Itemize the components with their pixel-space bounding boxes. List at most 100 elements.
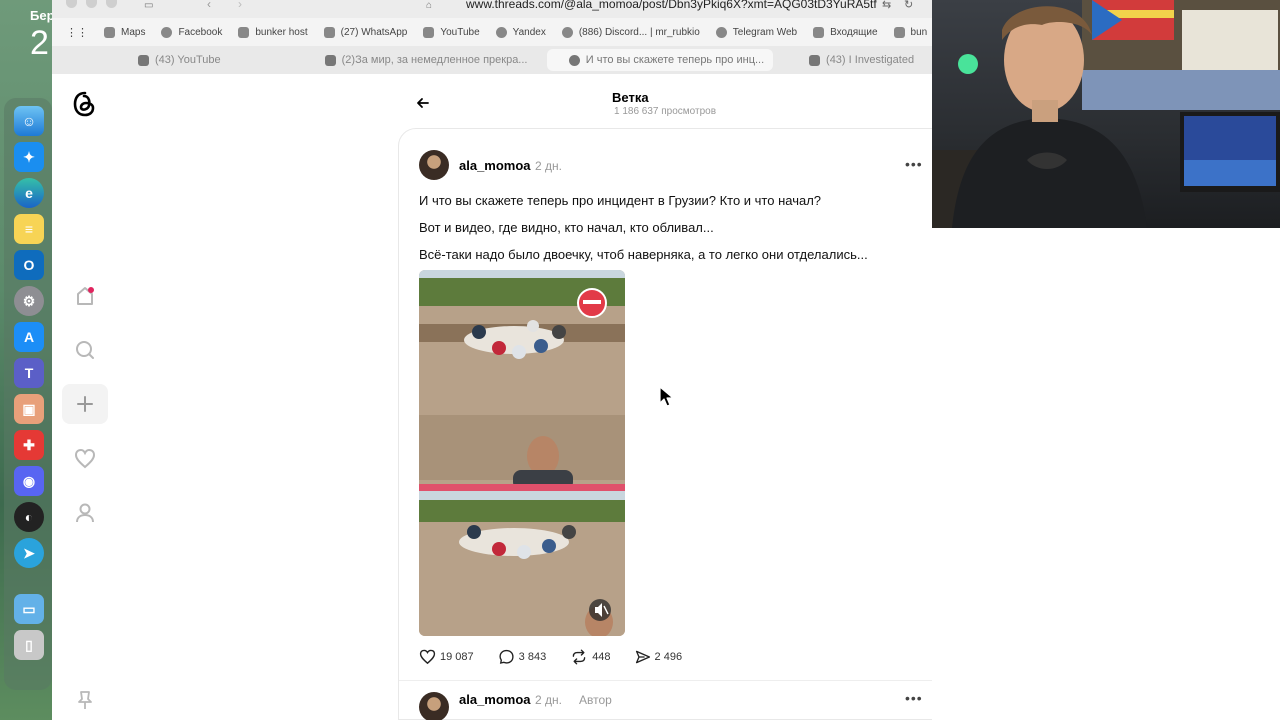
minimize-window-button[interactable] (86, 0, 97, 8)
back-button[interactable] (412, 92, 434, 114)
apps-grid-icon[interactable]: ⋮⋮ (66, 26, 88, 39)
telegram-bookmark-icon (715, 26, 727, 38)
desktop-background: Бер 2 ☺ ✦ e ≡ O ⚙ A T ▣ ✚ ◉ ◐ ➤ ▭ ▯ (0, 0, 55, 720)
folder-icon[interactable]: ▭ (14, 594, 44, 624)
settings-icon[interactable]: ⚙ (14, 286, 44, 316)
tab-tiktok[interactable]: (2)За мир, за немедленное прекра... (301, 49, 547, 71)
app-store-icon[interactable]: A (14, 322, 44, 352)
post-text-line-3: Всё-таки надо было двоечку, чтоб наверня… (419, 247, 868, 262)
outlook-icon[interactable]: O (14, 250, 44, 280)
comment-button[interactable]: 3 843 (498, 649, 547, 665)
close-window-button[interactable] (66, 0, 77, 8)
search-icon[interactable] (62, 330, 108, 370)
threads-sidebar (52, 74, 118, 720)
post-actions: 19 087 3 843 448 2 496 (419, 649, 706, 665)
tab-threads-active[interactable]: И что вы скажете теперь про инц... (546, 49, 774, 71)
bookmark-whatsapp[interactable]: (27) WhatsApp (323, 26, 407, 38)
teams-icon[interactable]: T (14, 358, 44, 388)
desktop-number: 2 (30, 24, 49, 62)
back-nav-icon[interactable]: ‹ (207, 0, 211, 11)
forward-nav-icon[interactable]: › (238, 0, 242, 11)
post-username[interactable]: ala_momoa (459, 158, 531, 173)
youtube-tab-icon (138, 54, 149, 66)
translate-icon[interactable]: ⇆ (882, 0, 891, 11)
maps-icon (104, 26, 115, 38)
reload-icon[interactable]: ↻ (904, 0, 913, 11)
package-icon[interactable]: ▣ (14, 394, 44, 424)
page-title: Ветка (612, 90, 649, 105)
threads-logo-icon[interactable] (62, 84, 108, 124)
more-options-icon[interactable]: ••• (905, 156, 923, 172)
address-bar[interactable]: www.threads.com/@ala_momoa/post/Dbn3yPki… (466, 0, 877, 11)
sidebar-toggle-icon[interactable]: ▭ (144, 0, 153, 11)
bookmark-youtube[interactable]: YouTube (423, 26, 480, 38)
share-count: 2 496 (654, 651, 683, 663)
post-divider (399, 680, 932, 681)
mouse-cursor-icon (659, 386, 674, 407)
webcam-overlay (932, 0, 1280, 228)
bunker-icon (238, 26, 250, 38)
browser-window: ▭ ‹ › ⌂ www.threads.com/@ala_momoa/post/… (52, 0, 932, 720)
threads-tab-icon (568, 54, 580, 66)
obs-icon[interactable]: ◐ (14, 502, 44, 532)
share-button[interactable]: 2 496 (635, 649, 683, 665)
like-button[interactable]: 19 087 (419, 649, 474, 665)
profile-icon[interactable] (62, 493, 108, 533)
post-text-line-1: И что вы скажете теперь про инцидент в Г… (419, 193, 822, 208)
post-text-line-2: Вот и видео, где видно, кто начал, кто о… (419, 220, 714, 235)
bookmark-telegram[interactable]: Telegram Web (715, 26, 797, 38)
toolbox-icon[interactable]: ✚ (14, 430, 44, 460)
bookmark-bunker-2[interactable]: bun (893, 26, 927, 38)
like-count: 19 087 (440, 651, 474, 663)
title-bar: ▭ ‹ › ⌂ www.threads.com/@ala_momoa/post/… (52, 0, 932, 18)
site-info-icon[interactable]: ⌂ (426, 0, 432, 11)
dock: ☺ ✦ e ≡ O ⚙ A T ▣ ✚ ◉ ◐ ➤ ▭ ▯ (4, 98, 52, 690)
thread-feed: ala_momoa 2 дн. ••• И что вы скажете теп… (398, 128, 932, 720)
discord-icon[interactable]: ◉ (14, 466, 44, 496)
bookmark-facebook[interactable]: Facebook (161, 26, 222, 38)
bookmark-maps[interactable]: Maps (104, 26, 145, 38)
bookmarks-bar: ⋮⋮ Maps Facebook bunker host (27) WhatsA… (52, 18, 932, 46)
telegram-icon[interactable]: ➤ (14, 538, 44, 568)
finder-icon[interactable]: ☺ (14, 106, 44, 136)
repost-icon (572, 649, 586, 665)
reply-time[interactable]: 2 дн. (535, 693, 562, 707)
repost-count: 448 (592, 651, 611, 663)
heart-icon (419, 649, 436, 665)
notes-icon[interactable]: ≡ (14, 214, 44, 244)
edge-icon[interactable]: e (14, 178, 44, 208)
trash-icon[interactable]: ▯ (14, 630, 44, 660)
reply-more-options-icon[interactable]: ••• (905, 690, 923, 706)
share-icon (635, 650, 650, 664)
views-count: 1 186 637 просмотров (614, 106, 717, 117)
comment-count: 3 843 (518, 651, 547, 663)
tab-bar: (43) YouTube (2)За мир, за немедленное п… (52, 46, 932, 74)
comment-icon (499, 649, 514, 664)
bookmark-bunker-host[interactable]: bunker host (238, 26, 308, 38)
tab-investigated[interactable]: (43) I Investigated (773, 49, 932, 71)
discord-bookmark-icon (561, 26, 573, 38)
post-video[interactable] (419, 270, 625, 636)
youtube-icon (423, 26, 435, 38)
avatar[interactable] (419, 150, 449, 180)
create-icon[interactable] (62, 384, 108, 424)
bookmark-discord[interactable]: (886) Discord... | mr_rubkio (561, 26, 700, 38)
post-time[interactable]: 2 дн. (535, 159, 562, 173)
yandex-icon (495, 26, 507, 38)
repost-button[interactable]: 448 (570, 649, 611, 665)
bookmark-yandex[interactable]: Yandex (495, 26, 546, 38)
pin-icon[interactable] (62, 680, 108, 720)
safari-icon[interactable]: ✦ (14, 142, 44, 172)
desktop-label: Бер (30, 8, 55, 23)
youtube-tab-2-icon (809, 54, 821, 66)
reply-avatar[interactable] (419, 692, 449, 720)
bookmark-inbox[interactable]: Входящие (813, 26, 878, 38)
mail-icon (813, 26, 825, 38)
tab-youtube[interactable]: (43) YouTube (52, 49, 301, 71)
facebook-icon (161, 26, 173, 38)
activity-icon[interactable] (62, 439, 108, 479)
maximize-window-button[interactable] (106, 0, 117, 8)
reply-username[interactable]: ala_momoa (459, 692, 531, 707)
home-icon[interactable] (62, 276, 108, 316)
whatsapp-icon (323, 26, 335, 38)
